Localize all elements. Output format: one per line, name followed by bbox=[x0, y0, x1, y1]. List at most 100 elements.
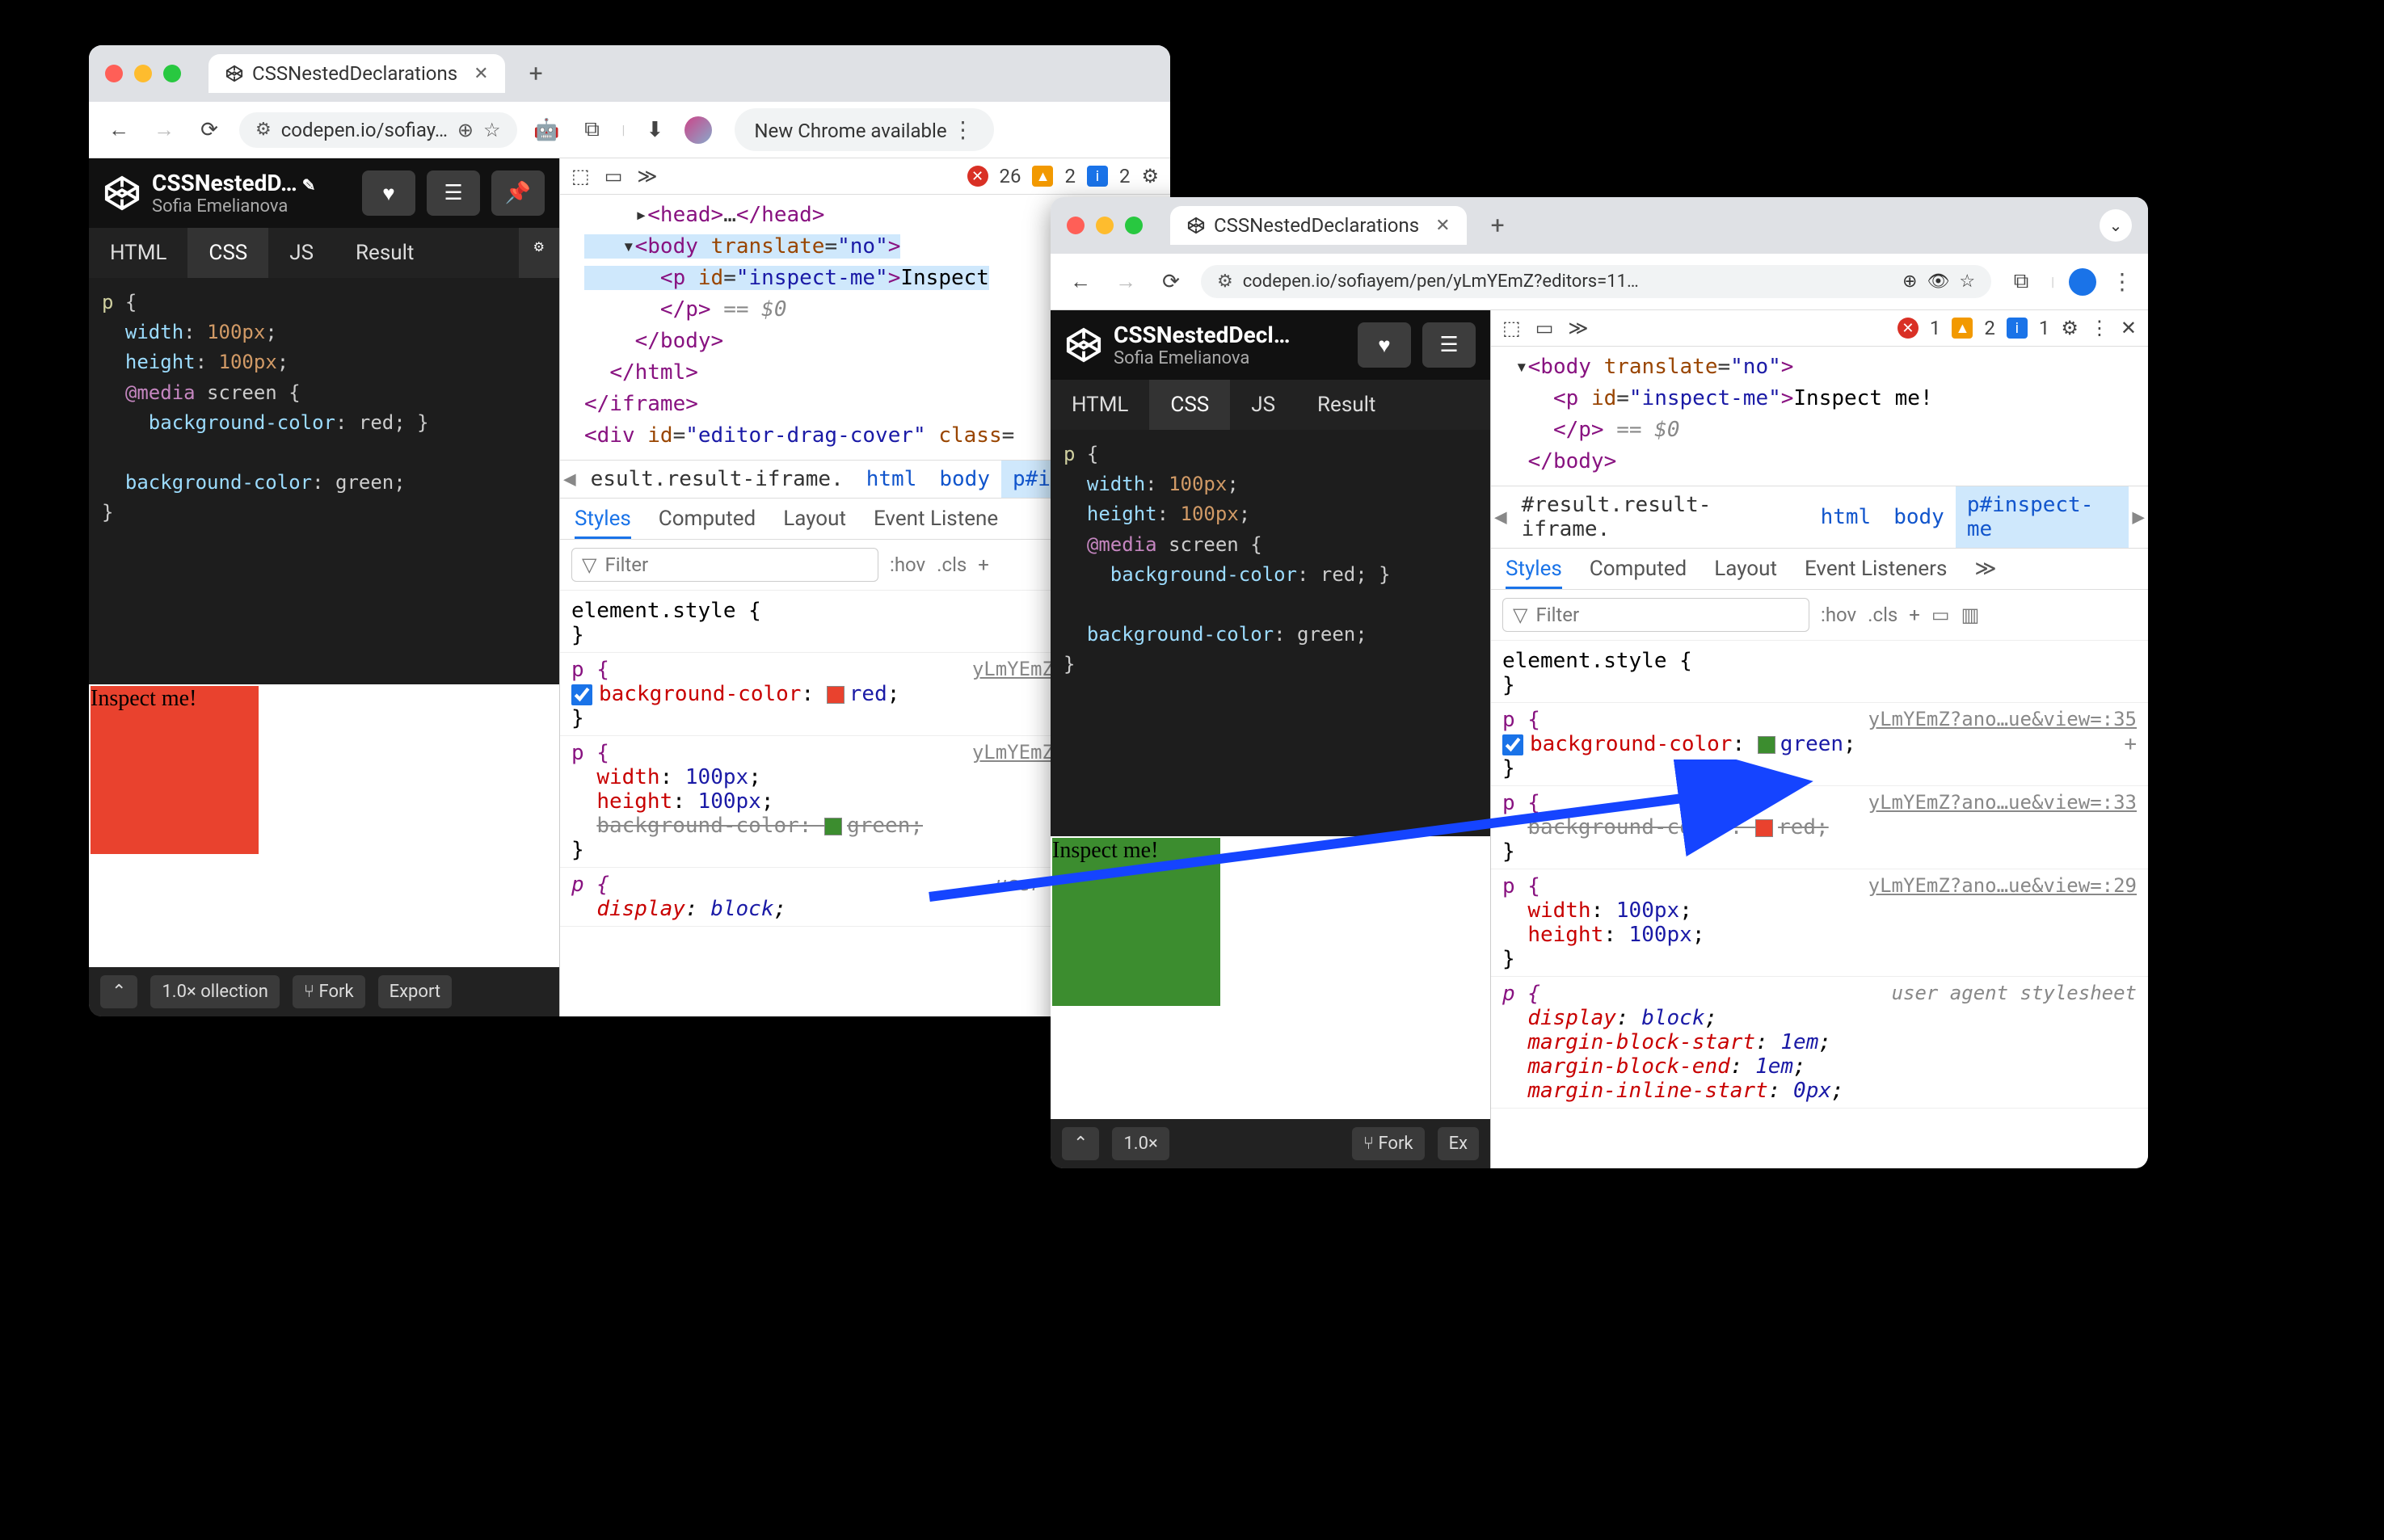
device-mode-icon[interactable]: ▭ bbox=[1535, 317, 1554, 339]
subtab-layout[interactable]: Layout bbox=[1714, 557, 1777, 581]
css-editor[interactable]: p { width: 100px; height: 100px; @media … bbox=[89, 278, 559, 684]
inspect-element-icon[interactable]: ⬚ bbox=[571, 165, 590, 187]
tab-js[interactable]: JS bbox=[268, 228, 335, 278]
site-settings-icon[interactable]: ⚙ bbox=[255, 120, 272, 140]
tab-result[interactable]: Result bbox=[335, 228, 435, 278]
extensions-icon[interactable]: ⧉ bbox=[577, 115, 608, 145]
expand-button[interactable]: ⌃ bbox=[100, 975, 137, 1008]
subtab-styles[interactable]: Styles bbox=[1506, 557, 1562, 589]
fork-button[interactable]: ⑂ Fork bbox=[293, 975, 365, 1008]
address-bar[interactable]: ⚙ codepen.io/sofiay… ⊕ ☆ bbox=[239, 112, 517, 148]
rule-source-link[interactable]: yLmYEmZ?ano…ue&view=:35 bbox=[1868, 708, 2137, 730]
more-tabs-icon[interactable]: ≫ bbox=[1568, 317, 1588, 339]
subtab-styles[interactable]: Styles bbox=[575, 507, 631, 539]
add-prop-icon[interactable]: + bbox=[2124, 732, 2137, 756]
tab-css[interactable]: CSS bbox=[1149, 380, 1230, 430]
assistant-icon[interactable]: 🤖 bbox=[532, 115, 562, 145]
info-count-icon[interactable]: i bbox=[1087, 166, 1108, 187]
crumb-next-icon[interactable]: ▶ bbox=[2129, 499, 2148, 536]
elements-tree[interactable]: ▾<body translate="no"> <p id="inspect-me… bbox=[1491, 347, 2148, 486]
settings-button[interactable]: ☰ bbox=[1422, 322, 1476, 368]
edit-title-icon[interactable]: ✎ bbox=[302, 175, 316, 195]
settings-button[interactable]: ☰ bbox=[427, 170, 480, 216]
expand-button[interactable]: ⌃ bbox=[1062, 1127, 1099, 1160]
love-button[interactable]: ♥ bbox=[362, 170, 415, 216]
hov-toggle[interactable]: :hov bbox=[890, 553, 925, 576]
subtab-listeners[interactable]: Event Listene bbox=[874, 507, 998, 531]
export-button[interactable]: Export bbox=[378, 975, 453, 1008]
breadcrumb[interactable]: ◀ #result.result-iframe. html body p#ins… bbox=[1491, 486, 2148, 549]
prop-checkbox[interactable] bbox=[1502, 734, 1523, 755]
subtab-more-icon[interactable]: ≫ bbox=[1974, 557, 1996, 581]
color-swatch-icon[interactable] bbox=[827, 686, 845, 704]
rule-p-dims[interactable]: yLmYEmZ?ano…ue&view=:29 p { width: 100px… bbox=[1491, 869, 2148, 977]
rule-source-link[interactable]: yLmYEmZ?ano…ue&view=:33 bbox=[1868, 791, 2137, 814]
filter-input[interactable]: ▽ Filter bbox=[1502, 598, 1809, 632]
back-button[interactable]: ← bbox=[1065, 267, 1096, 297]
forward-button[interactable]: → bbox=[149, 115, 179, 145]
browser-tab[interactable]: CSSNestedDeclarations ✕ bbox=[208, 54, 505, 93]
color-swatch-icon[interactable] bbox=[824, 818, 842, 835]
traffic-close-icon[interactable] bbox=[105, 65, 123, 82]
site-settings-icon[interactable]: ⚙ bbox=[1217, 271, 1233, 292]
new-tab-button[interactable]: + bbox=[529, 60, 543, 88]
warning-count-icon[interactable]: ▲ bbox=[1032, 166, 1053, 187]
rule-bg-green[interactable]: yLmYEmZ?ano…ue&view=:35 p { background-c… bbox=[1491, 703, 2148, 786]
crumb-prev-icon[interactable]: ◀ bbox=[1491, 499, 1510, 536]
crumb-element[interactable]: p#inspect-me bbox=[1956, 486, 2129, 548]
info-count-icon[interactable]: i bbox=[2007, 318, 2028, 339]
crumb-body[interactable]: body bbox=[1882, 499, 1956, 536]
subtab-computed[interactable]: Computed bbox=[659, 507, 756, 531]
crumb-iframe[interactable]: esult.result-iframe. bbox=[579, 461, 855, 498]
new-tab-button[interactable]: + bbox=[1491, 212, 1505, 240]
more-tabs-icon[interactable]: ≫ bbox=[637, 165, 657, 187]
star-icon[interactable]: ☆ bbox=[483, 119, 501, 141]
export-button[interactable]: Ex bbox=[1438, 1127, 1479, 1160]
tab-result[interactable]: Result bbox=[1296, 380, 1396, 430]
fork-button[interactable]: ⑂ Fork bbox=[1352, 1127, 1425, 1160]
rule-source-link[interactable]: yLmYEmZ?ano…ue&view=:29 bbox=[1868, 874, 2137, 897]
color-swatch-icon[interactable] bbox=[1758, 736, 1775, 754]
profile-avatar-icon[interactable] bbox=[2069, 268, 2096, 296]
zoom-label[interactable]: 1.0× bbox=[1112, 1127, 1169, 1160]
hov-toggle[interactable]: :hov bbox=[1821, 604, 1856, 626]
traffic-minimize-icon[interactable] bbox=[134, 65, 152, 82]
tab-close-icon[interactable]: ✕ bbox=[474, 64, 488, 84]
reload-button[interactable]: ⟳ bbox=[1156, 267, 1186, 297]
devtools-close-icon[interactable]: ✕ bbox=[2121, 317, 2137, 339]
downloads-icon[interactable]: ⬇ bbox=[639, 115, 670, 145]
browser-tab[interactable]: CSSNestedDeclarations ✕ bbox=[1170, 206, 1467, 245]
tab-list-button[interactable]: ⌄ bbox=[2100, 209, 2132, 242]
error-count-icon[interactable]: ✕ bbox=[967, 166, 988, 187]
back-button[interactable]: ← bbox=[103, 115, 134, 145]
prop-checkbox[interactable] bbox=[571, 684, 592, 705]
traffic-close-icon[interactable] bbox=[1067, 217, 1085, 234]
crumb-html[interactable]: html bbox=[855, 461, 929, 498]
device-mode-icon[interactable]: ▭ bbox=[604, 165, 623, 187]
tab-html[interactable]: HTML bbox=[89, 228, 187, 278]
tab-css[interactable]: CSS bbox=[187, 228, 268, 278]
tab-html[interactable]: HTML bbox=[1051, 380, 1149, 430]
zoom-icon[interactable]: ⊕ bbox=[457, 119, 474, 141]
inspect-element-icon[interactable]: ⬚ bbox=[1502, 317, 1521, 339]
tab-js[interactable]: JS bbox=[1230, 380, 1296, 430]
devtools-menu-icon[interactable]: ⋮ bbox=[2090, 317, 2109, 339]
profile-avatar-icon[interactable] bbox=[684, 116, 712, 144]
chrome-menu-icon[interactable]: ⋮ bbox=[952, 116, 975, 143]
subtab-layout[interactable]: Layout bbox=[783, 507, 846, 531]
zoom-label[interactable]: 1.0× ollection bbox=[150, 975, 279, 1008]
cls-toggle[interactable]: .cls bbox=[1868, 604, 1898, 626]
subtab-listeners[interactable]: Event Listeners bbox=[1805, 557, 1947, 581]
filter-input[interactable]: ▽ Filter bbox=[571, 548, 878, 582]
styles-pane[interactable]: element.style {} yLmYEmZ?ano…ue&view=:35… bbox=[1491, 641, 2148, 1168]
crumb-prev-icon[interactable]: ◀ bbox=[560, 461, 579, 498]
love-button[interactable]: ♥ bbox=[1358, 322, 1411, 368]
tab-close-icon[interactable]: ✕ bbox=[1435, 216, 1450, 236]
reload-button[interactable]: ⟳ bbox=[194, 115, 225, 145]
traffic-maximize-icon[interactable] bbox=[1125, 217, 1143, 234]
rule-element-style[interactable]: element.style {} bbox=[1491, 644, 2148, 703]
computed-toggle-icon[interactable]: ▥ bbox=[1961, 604, 1980, 626]
editor-settings-icon[interactable]: ⚙ bbox=[519, 228, 559, 278]
crumb-body[interactable]: body bbox=[928, 461, 1001, 498]
traffic-minimize-icon[interactable] bbox=[1096, 217, 1114, 234]
